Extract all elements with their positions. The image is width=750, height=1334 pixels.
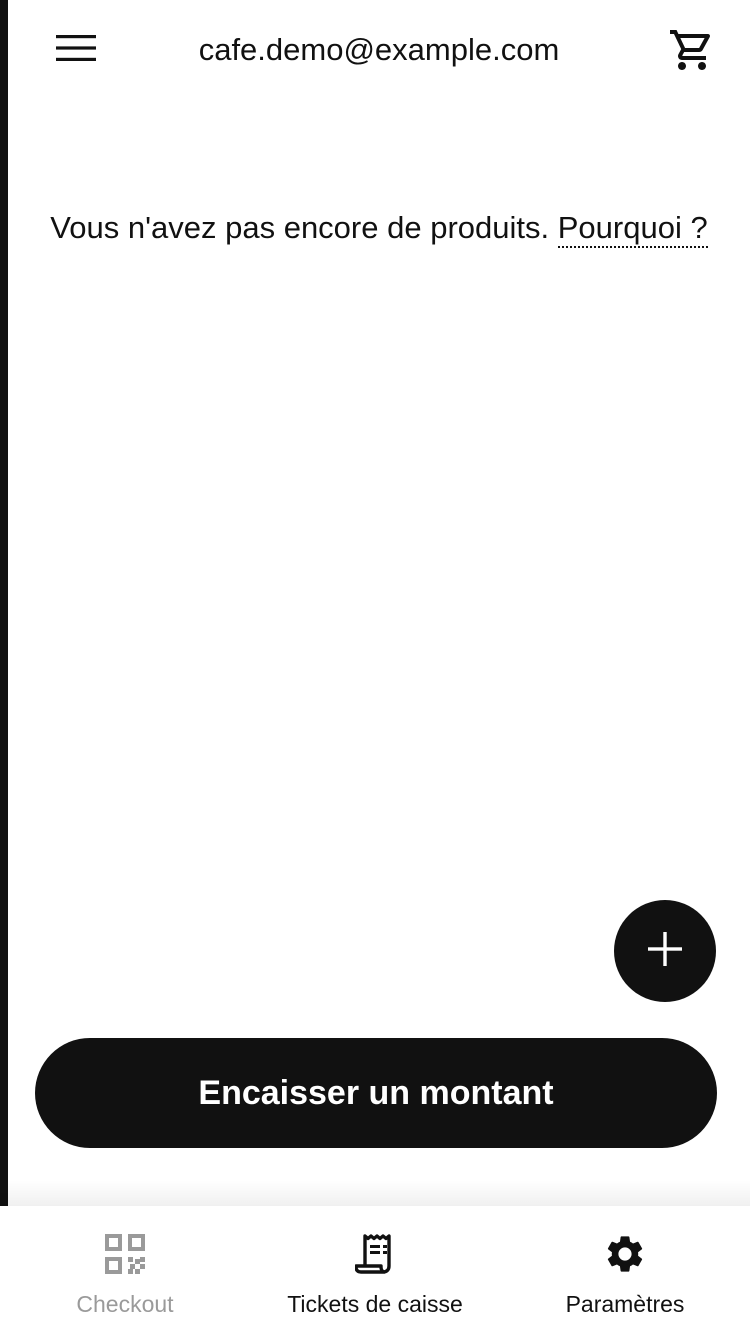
- tab-settings[interactable]: Paramètres: [500, 1206, 750, 1334]
- tab-settings-label: Paramètres: [565, 1291, 685, 1317]
- empty-products-text: Vous n'avez pas encore de produits.: [50, 210, 550, 245]
- bottom-tab-bar: Checkout Tickets de caisse Paramètres: [0, 1206, 750, 1334]
- app-screen: cafe.demo@example.com Vous n'avez pas en…: [0, 0, 750, 1334]
- qr-code-icon: [103, 1232, 147, 1276]
- top-app-bar: cafe.demo@example.com: [8, 0, 750, 100]
- gear-icon: [603, 1232, 647, 1276]
- why-link[interactable]: Pourquoi ?: [557, 210, 708, 248]
- menu-button[interactable]: [44, 26, 108, 74]
- left-edge-bar: [0, 0, 8, 1206]
- account-email-title: cafe.demo@example.com: [198, 32, 560, 67]
- tabbar-shadow: [0, 1180, 750, 1206]
- shopping-cart-icon: [668, 26, 716, 79]
- tab-receipts-label: Tickets de caisse: [287, 1291, 463, 1317]
- receipt-icon: [353, 1232, 397, 1276]
- hamburger-menu-icon: [56, 34, 96, 67]
- tab-checkout-label: Checkout: [76, 1291, 174, 1317]
- empty-products-message: Vous n'avez pas encore de produits. Pour…: [8, 206, 750, 250]
- plus-icon: [648, 931, 682, 971]
- cart-button[interactable]: [664, 24, 720, 80]
- tab-checkout[interactable]: Checkout: [0, 1206, 250, 1334]
- tab-receipts[interactable]: Tickets de caisse: [250, 1206, 500, 1334]
- charge-amount-button[interactable]: Encaisser un montant: [35, 1038, 717, 1148]
- add-product-button[interactable]: [614, 900, 716, 1002]
